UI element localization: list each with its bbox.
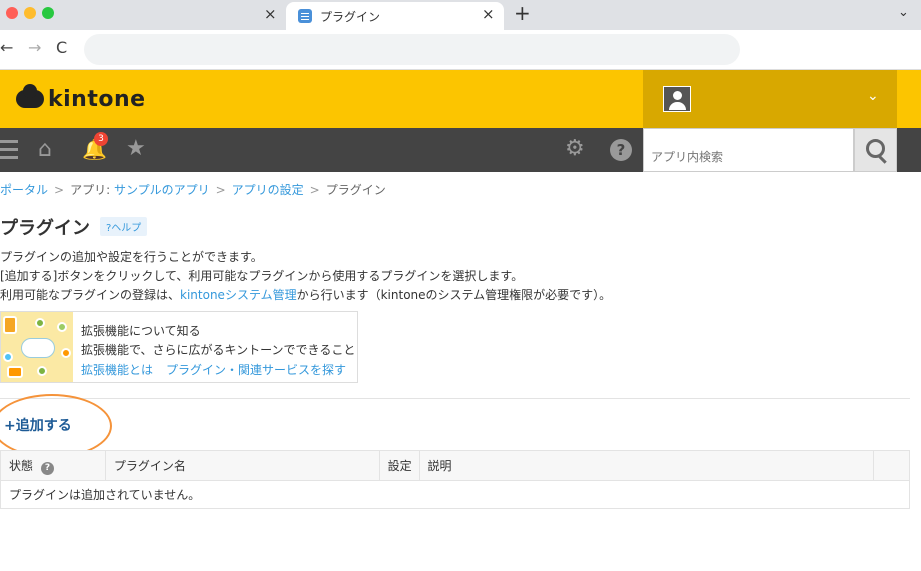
help-link[interactable]: ?ヘルプ (100, 217, 148, 236)
breadcrumb-separator: > (309, 183, 320, 197)
help-icon[interactable]: ? (41, 461, 55, 475)
find-plugins-link[interactable]: プラグイン・関連サービスを探す (166, 361, 346, 378)
description-line: プラグインの追加や設定を行うことができます。 (0, 250, 263, 264)
extension-illustration (1, 312, 73, 382)
reload-icon[interactable]: C (56, 38, 67, 57)
close-icon[interactable]: × (482, 5, 495, 23)
plus-icon: + (4, 418, 16, 434)
description-line: [追加する]ボタンをクリックして、利用可能なプラグインから使用するプラグインを選… (0, 269, 524, 283)
help-icon[interactable]: ? (610, 139, 632, 161)
close-window-button[interactable] (6, 7, 18, 19)
divider (0, 398, 910, 399)
description-text: から行います（kintoneのシステム管理権限が必要です）。 (296, 288, 612, 302)
breadcrumb: ポータル > アプリ: サンプルのアプリ > アプリの設定 > プラグイン (0, 181, 386, 198)
add-plugin-label: 追加する (15, 418, 72, 434)
extension-subtitle: 拡張機能で、さらに広がるキントーンでできること (81, 343, 356, 357)
active-tab[interactable]: プラグイン × (286, 2, 504, 30)
forward-arrow-icon[interactable]: → (28, 38, 41, 57)
column-header-status: 状態? (0, 450, 106, 481)
extension-title: 拡張機能について知る (81, 324, 201, 338)
notification-badge: 3 (94, 132, 108, 146)
avatar (663, 86, 691, 112)
column-header-description: 説明 (418, 450, 875, 481)
star-icon[interactable]: ★ (126, 136, 146, 161)
search-button[interactable] (854, 128, 897, 172)
page-description: プラグインの追加や設定を行うことができます。 [追加する]ボタンをクリックして、… (0, 248, 611, 305)
breadcrumb-separator: > (215, 183, 226, 197)
browser-tab-bar: × プラグイン × + ⌄ (0, 0, 921, 30)
column-header-plugin-name: プラグイン名 (104, 450, 380, 481)
new-tab-button[interactable]: + (514, 1, 531, 25)
column-header-empty (873, 450, 910, 481)
table-row: プラグインは追加されていません。 (0, 480, 910, 509)
column-header-settings: 設定 (378, 450, 420, 481)
maximize-window-button[interactable] (42, 7, 54, 19)
description-text: 利用可能なプラグインの登録は、 (0, 288, 181, 302)
breadcrumb-separator: > (54, 183, 65, 197)
node-icon (57, 322, 67, 332)
extension-info-box: 拡張機能について知る 拡張機能で、さらに広がるキントーンでできること 拡張機能と… (0, 311, 358, 383)
kintone-logo[interactable]: kintone (16, 84, 146, 114)
breadcrumb-current: プラグイン (325, 183, 386, 197)
description-line: 利用可能なプラグインの登録は、kintoneシステム管理から行います（kinto… (0, 286, 611, 305)
node-icon (37, 366, 47, 376)
breadcrumb-app[interactable]: サンプルのアプリ (114, 183, 210, 197)
minimize-window-button[interactable] (24, 7, 36, 19)
tab-title: プラグイン (320, 10, 381, 24)
address-bar[interactable] (84, 34, 740, 65)
chevron-down-icon: ⌄ (867, 88, 879, 104)
breadcrumb-portal[interactable]: ポータル (0, 183, 48, 197)
node-icon (7, 366, 23, 378)
what-is-extension-link[interactable]: 拡張機能とは (81, 361, 153, 378)
browser-toolbar: ← → C (0, 30, 921, 70)
hamburger-menu-icon[interactable] (0, 140, 18, 160)
chevron-down-icon[interactable]: ⌄ (898, 5, 909, 20)
breadcrumb-app-settings[interactable]: アプリの設定 (232, 183, 304, 197)
page-title: プラグイン (0, 218, 90, 239)
breadcrumb-app-prefix: アプリ: (70, 183, 114, 197)
empty-message: プラグインは追加されていません。 (0, 480, 910, 509)
back-arrow-icon[interactable]: ← (0, 38, 13, 57)
logo-text: kintone (48, 86, 146, 112)
table-header-row: 状態? プラグイン名 設定 説明 (0, 450, 910, 481)
document-icon (3, 316, 17, 334)
add-plugin-button[interactable]: +追加する (4, 415, 72, 435)
close-icon[interactable]: × (264, 5, 277, 23)
home-icon[interactable]: ⌂ (38, 137, 52, 162)
cloud-icon (21, 338, 55, 358)
cloud-logo-icon (16, 84, 44, 108)
node-icon (35, 318, 45, 328)
column-header-label: 状態 (9, 458, 34, 473)
app-search-input[interactable] (643, 128, 854, 172)
node-icon (61, 348, 71, 358)
node-icon (3, 352, 13, 362)
gear-icon[interactable]: ⚙ (565, 136, 585, 161)
header-edge (897, 70, 921, 128)
list-icon (298, 9, 312, 23)
system-admin-link[interactable]: kintoneシステム管理 (180, 288, 297, 302)
plugin-table: 状態? プラグイン名 設定 説明 プラグインは追加されていません。 (0, 450, 910, 509)
user-menu[interactable]: ⌄ (643, 70, 897, 128)
